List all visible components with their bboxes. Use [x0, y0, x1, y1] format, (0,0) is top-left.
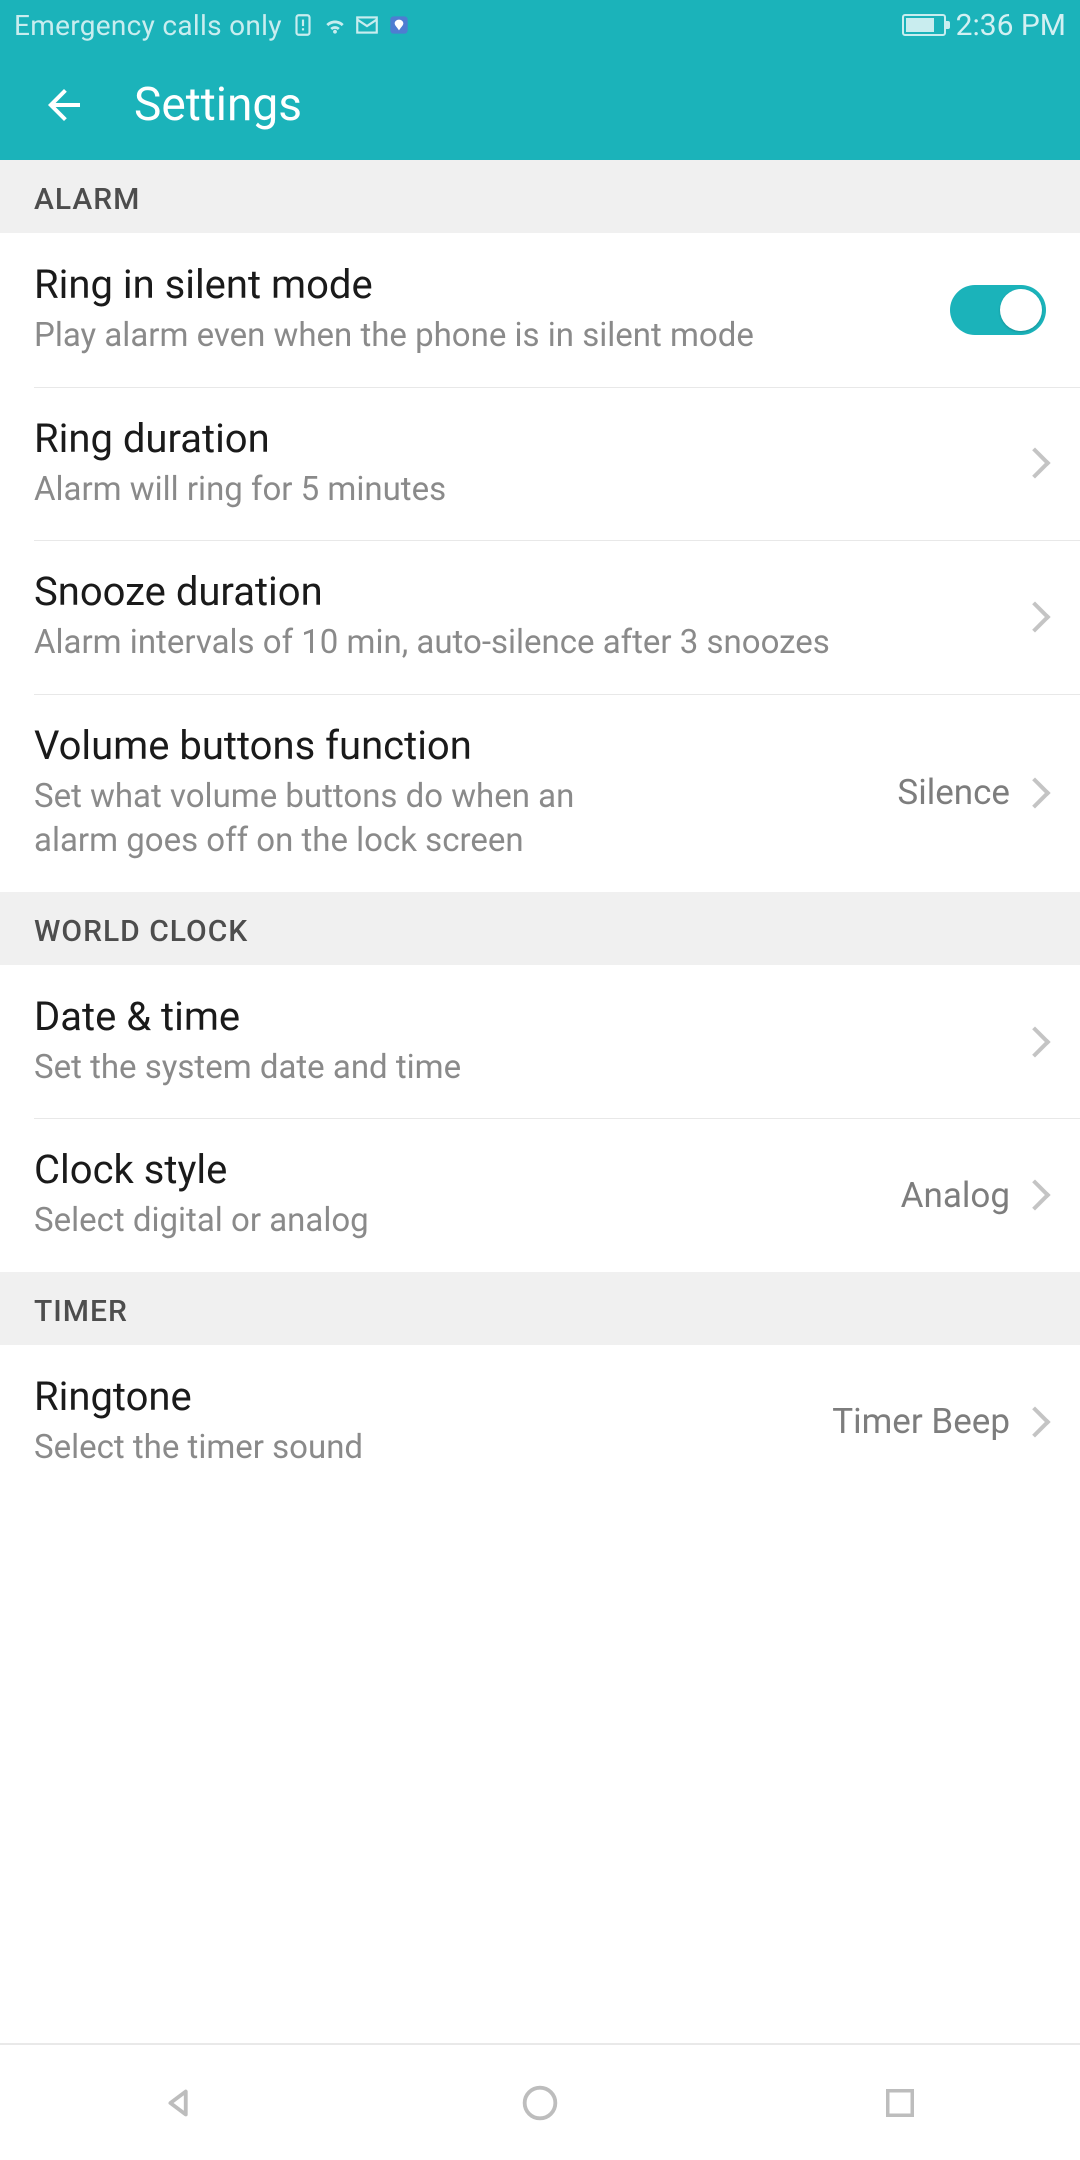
section-header-world-clock: WORLD CLOCK — [0, 892, 1080, 965]
row-title: Volume buttons function — [34, 722, 877, 769]
battery-icon — [902, 14, 946, 36]
chevron-right-icon — [1019, 777, 1050, 808]
row-title: Ring in silent mode — [34, 261, 930, 308]
row-clock-style[interactable]: Clock style Select digital or analog Ana… — [0, 1118, 1080, 1272]
section-header-alarm: ALARM — [0, 160, 1080, 233]
row-title: Clock style — [34, 1146, 881, 1193]
row-title: Ring duration — [34, 415, 1004, 462]
row-date-time[interactable]: Date & time Set the system date and time — [0, 965, 1080, 1119]
chevron-right-icon — [1019, 1406, 1050, 1437]
row-ringtone[interactable]: Ringtone Select the timer sound Timer Be… — [0, 1345, 1080, 1499]
back-button[interactable] — [34, 75, 94, 135]
content-spacer — [0, 1498, 1080, 2043]
nav-recent-icon — [879, 2082, 921, 2124]
wifi-icon — [322, 12, 348, 38]
row-volume-buttons-function[interactable]: Volume buttons function Set what volume … — [0, 694, 1080, 892]
navigation-bar — [0, 2045, 1080, 2160]
row-subtitle: Alarm intervals of 10 min, auto-silence … — [34, 621, 1004, 666]
row-title: Snooze duration — [34, 568, 1004, 615]
status-bar: Emergency calls only 2:36 PM — [0, 0, 1080, 50]
nav-back-button[interactable] — [120, 2073, 240, 2133]
sim-alert-icon — [290, 12, 316, 38]
row-title: Date & time — [34, 993, 1004, 1040]
row-subtitle: Set the system date and time — [34, 1046, 1004, 1091]
row-value: Silence — [897, 772, 1010, 813]
row-subtitle: Play alarm even when the phone is in sil… — [34, 314, 930, 359]
chevron-right-icon — [1019, 1026, 1050, 1057]
row-subtitle: Select the timer sound — [34, 1426, 812, 1471]
network-status-text: Emergency calls only — [14, 9, 282, 42]
row-value: Analog — [901, 1175, 1010, 1216]
page-title: Settings — [134, 78, 302, 132]
chevron-right-icon — [1019, 601, 1050, 632]
chevron-right-icon — [1019, 448, 1050, 479]
app-bar: Settings — [0, 50, 1080, 160]
row-subtitle: Set what volume buttons do when an alarm… — [34, 775, 654, 864]
row-subtitle: Alarm will ring for 5 minutes — [34, 468, 1004, 513]
list-timer: Ringtone Select the timer sound Timer Be… — [0, 1345, 1080, 1499]
row-title: Ringtone — [34, 1373, 812, 1420]
row-ring-silent-mode[interactable]: Ring in silent mode Play alarm even when… — [0, 233, 1080, 387]
row-subtitle: Select digital or analog — [34, 1199, 881, 1244]
mail-icon — [354, 12, 380, 38]
nav-back-icon — [157, 2080, 203, 2126]
nav-home-icon — [517, 2080, 563, 2126]
row-value: Timer Beep — [832, 1401, 1010, 1442]
toggle-ring-silent[interactable] — [950, 285, 1046, 335]
nav-home-button[interactable] — [480, 2073, 600, 2133]
row-snooze-duration[interactable]: Snooze duration Alarm intervals of 10 mi… — [0, 540, 1080, 694]
arrow-left-icon — [40, 81, 88, 129]
section-header-timer: TIMER — [0, 1272, 1080, 1345]
status-time: 2:36 PM — [956, 8, 1066, 43]
app-notification-icon — [386, 12, 412, 38]
list-world-clock: Date & time Set the system date and time… — [0, 965, 1080, 1272]
list-alarm: Ring in silent mode Play alarm even when… — [0, 233, 1080, 892]
status-indicator-icons — [290, 12, 412, 38]
nav-recent-button[interactable] — [840, 2073, 960, 2133]
row-ring-duration[interactable]: Ring duration Alarm will ring for 5 minu… — [0, 387, 1080, 541]
chevron-right-icon — [1019, 1179, 1050, 1210]
